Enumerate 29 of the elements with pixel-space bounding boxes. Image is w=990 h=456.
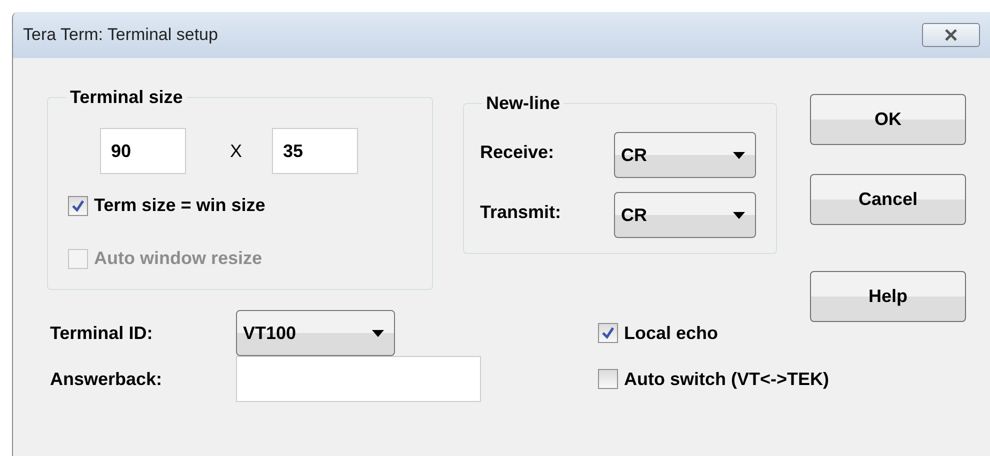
checkbox[interactable] [68, 196, 88, 216]
dialog-button[interactable]: OK [810, 94, 966, 145]
checkbox[interactable] [598, 323, 618, 343]
caret-icon [733, 152, 745, 158]
answerback-field[interactable] [236, 356, 481, 402]
field-label: Transmit: [480, 200, 562, 224]
checkbox-label: Auto window resize [94, 247, 262, 270]
caret-icon [733, 212, 745, 218]
window-title: Tera Term: Terminal setup [23, 24, 218, 46]
checkbox[interactable] [598, 369, 618, 389]
group-label: New-line [485, 94, 562, 112]
field-label: Receive: [480, 140, 556, 164]
field-label: Answerback: [50, 368, 164, 390]
dialog-button[interactable]: Cancel [810, 174, 966, 225]
group-label: Terminal size [69, 88, 184, 106]
dialog-button[interactable]: Help [810, 271, 966, 322]
dropdown[interactable]: CR [614, 192, 756, 238]
columns-field[interactable]: 90 [100, 128, 186, 174]
checkbox-label: Auto switch (VT<->TEK) [624, 368, 830, 391]
rows-field[interactable]: 35 [272, 128, 358, 174]
field-label: Terminal ID: [50, 322, 154, 344]
dropdown[interactable]: CR [614, 132, 756, 178]
caret-icon [372, 330, 384, 336]
close-button[interactable] [922, 23, 980, 47]
terminal-id-dropdown[interactable]: VT100 [236, 310, 395, 356]
close-icon [944, 29, 958, 41]
separator-label: X [230, 140, 242, 162]
checkbox-label: Term size = win size [94, 194, 266, 217]
checkbox-label: Local echo [624, 322, 718, 344]
